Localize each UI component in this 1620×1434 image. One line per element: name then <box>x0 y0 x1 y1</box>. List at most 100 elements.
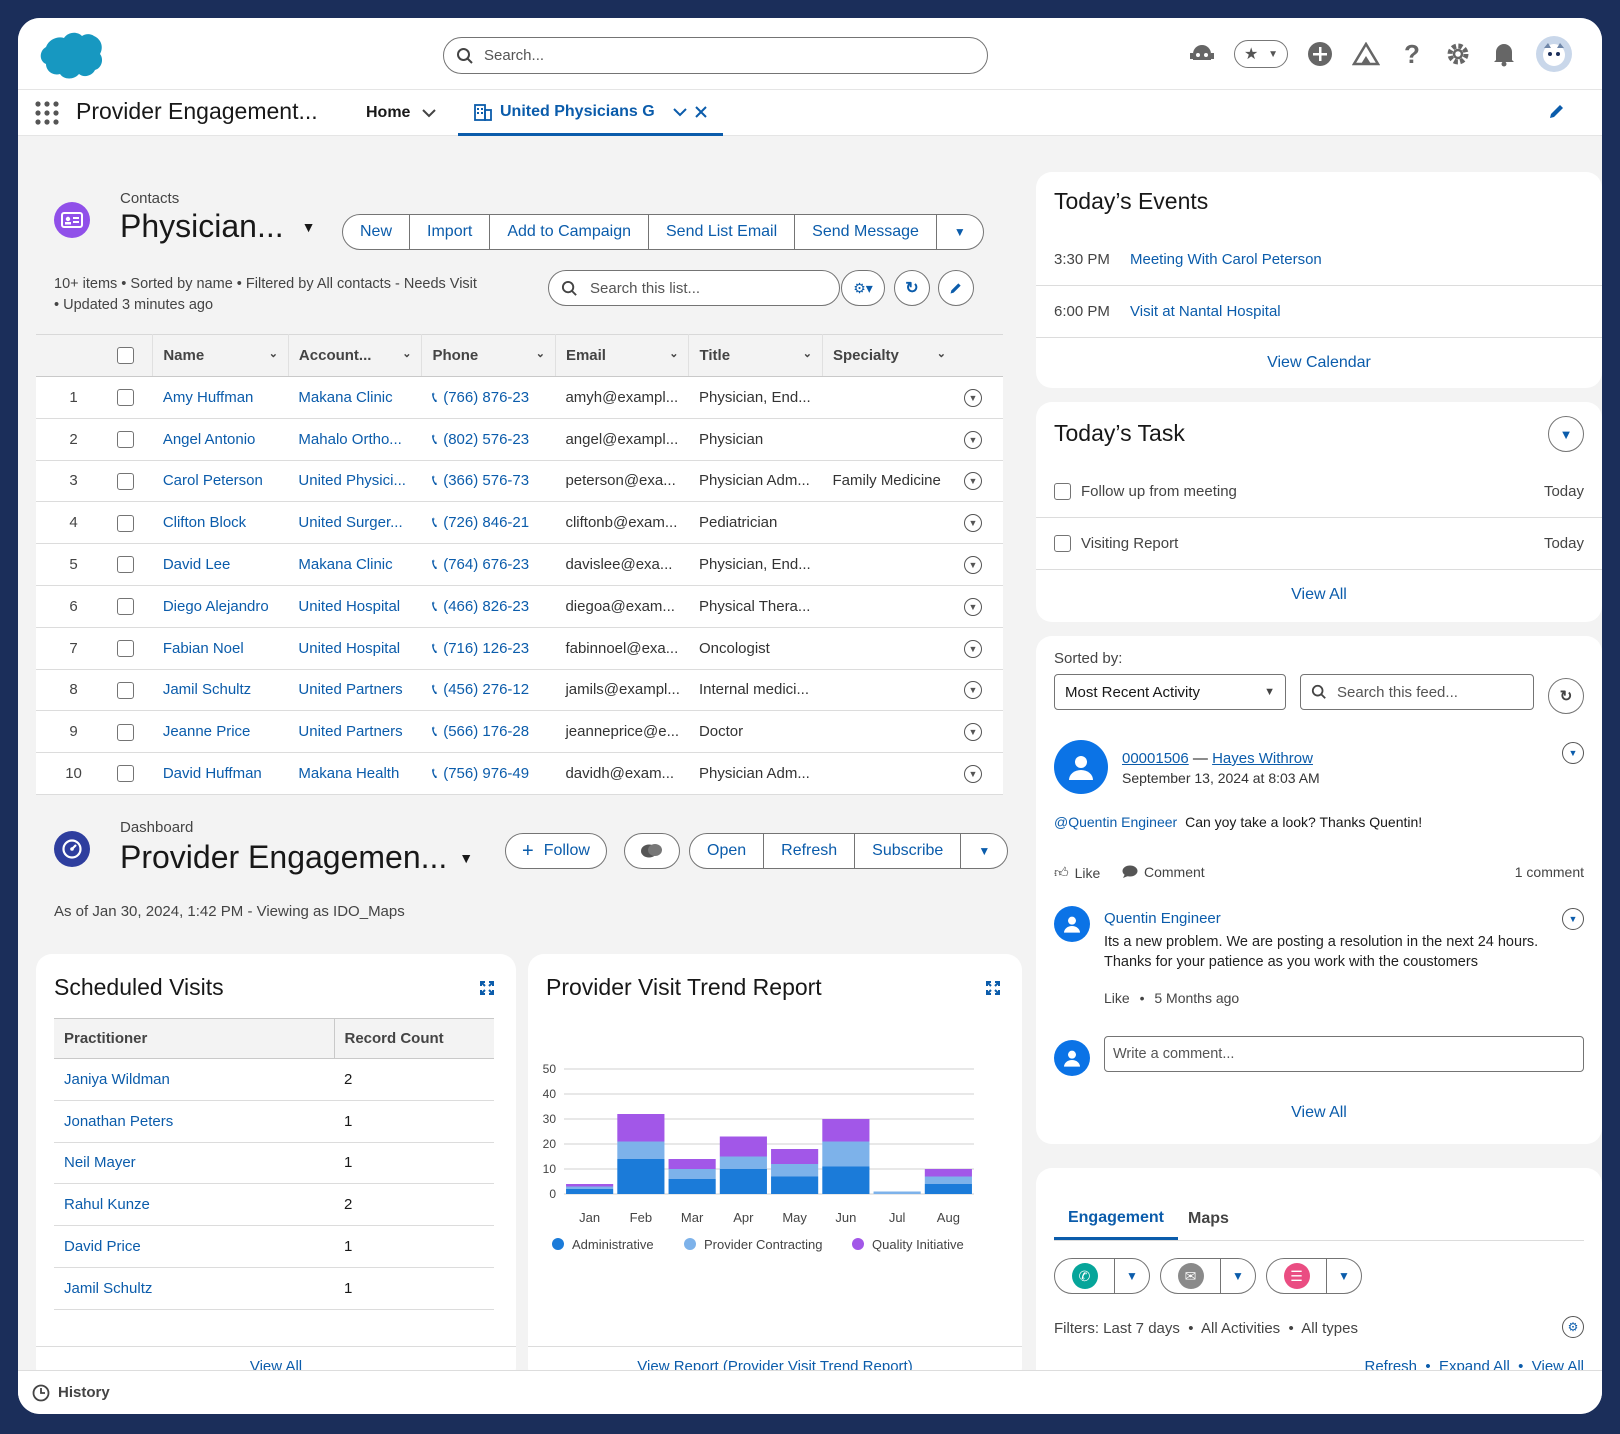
phone-cell[interactable]: 📞︎ (716) 126-23 <box>421 627 556 670</box>
comment-like-button[interactable]: Like <box>1104 990 1130 1006</box>
list-settings-button[interactable]: ⚙▾ <box>841 270 885 306</box>
activity-settings-button[interactable]: ⚙ <box>1562 1316 1584 1338</box>
select-all-header[interactable] <box>111 334 154 377</box>
chevron-down-icon[interactable]: ⌄ <box>669 347 678 360</box>
favorites-button[interactable]: ★ ▼ <box>1234 40 1288 68</box>
tab-engagement[interactable]: Engagement <box>1054 1198 1178 1240</box>
row-action-menu-icon[interactable]: ▼ <box>964 723 982 742</box>
feed-refresh-button[interactable]: ↻ <box>1548 678 1584 714</box>
column-header-phone[interactable]: Phone ⌄ <box>421 334 556 377</box>
row-checkbox[interactable] <box>117 514 135 532</box>
phone-cell[interactable]: 📞︎ (466) 826-23 <box>421 585 556 628</box>
chevron-down-icon[interactable]: ⌄ <box>803 347 812 360</box>
row-checkbox[interactable] <box>117 389 135 407</box>
column-header-email[interactable]: Email ⌄ <box>555 334 690 377</box>
row-checkbox[interactable] <box>117 765 135 783</box>
log-call-button[interactable]: ✆ ▼ <box>1054 1258 1150 1294</box>
history-button[interactable]: History <box>58 1384 110 1401</box>
phone-cell[interactable]: 📞︎ (756) 976-49 <box>421 752 556 795</box>
chevron-down-icon[interactable]: ⌄ <box>536 347 545 360</box>
account-link[interactable]: Makana Clinic <box>288 543 422 586</box>
sort-select[interactable]: Most Recent Activity ▼ <box>1054 674 1286 710</box>
row-checkbox[interactable] <box>117 472 135 490</box>
add-to-campaign-button[interactable]: Add to Campaign <box>490 215 649 249</box>
agent-icon[interactable] <box>1188 40 1216 68</box>
practitioner-header[interactable]: Practitioner <box>54 1018 335 1059</box>
row-action-menu-icon[interactable]: ▼ <box>964 514 982 533</box>
contact-name-link[interactable]: Jamil Schultz <box>152 669 289 712</box>
trailhead-icon[interactable] <box>1352 40 1380 68</box>
chevron-down-icon[interactable]: ⌄ <box>937 347 946 360</box>
close-icon[interactable] <box>695 105 707 118</box>
phone-cell[interactable]: 📞︎ (456) 276-12 <box>421 669 556 712</box>
practitioner-link[interactable]: Jamil Schultz <box>54 1267 334 1310</box>
contact-name-link[interactable]: Clifton Block <box>152 501 289 545</box>
practitioner-link[interactable]: Janiya Wildman <box>54 1058 334 1101</box>
refresh-dashboard-button[interactable]: Refresh <box>764 834 856 868</box>
account-link[interactable]: United Partners <box>288 710 422 754</box>
phone-cell[interactable]: 📞︎ (366) 576-73 <box>421 460 556 503</box>
more-actions-button[interactable]: ▼ <box>937 215 983 249</box>
row-action-menu-icon[interactable]: ▼ <box>964 639 982 658</box>
account-link[interactable]: Makana Clinic <box>288 376 422 419</box>
practitioner-link[interactable]: Jonathan Peters <box>54 1100 334 1143</box>
new-task-button[interactable]: ☰ ▼ <box>1266 1258 1362 1294</box>
user-avatar[interactable] <box>1536 36 1572 72</box>
follow-button[interactable]: + Follow <box>505 833 607 869</box>
expand-icon[interactable] <box>986 981 1000 995</box>
account-link[interactable]: United Surger... <box>288 501 422 545</box>
view-calendar-link[interactable]: View Calendar <box>1036 354 1602 372</box>
new-button[interactable]: New <box>343 215 411 249</box>
inline-edit-button[interactable] <box>938 270 974 306</box>
row-action-menu-icon[interactable]: ▼ <box>964 681 982 700</box>
phone-cell[interactable]: 📞︎ (566) 176-28 <box>421 710 556 754</box>
account-link[interactable]: United Hospital <box>288 585 422 628</box>
feed-view-all[interactable]: View All <box>1036 1104 1602 1122</box>
phone-cell[interactable]: 📞︎ (764) 676-23 <box>421 543 556 586</box>
salesforce-logo[interactable] <box>34 30 106 80</box>
tab-record[interactable]: United Physicians G <box>458 90 723 136</box>
row-checkbox[interactable] <box>117 556 135 574</box>
comment-menu-button[interactable]: ▼ <box>1562 908 1584 930</box>
contact-name-link[interactable]: Fabian Noel <box>152 627 289 670</box>
mention-link[interactable]: @Quentin Engineer <box>1054 814 1177 830</box>
refresh-button[interactable]: ↻ <box>894 270 930 306</box>
post-author-link[interactable]: Hayes Withrow <box>1212 750 1313 767</box>
dashboard-picker-icon[interactable]: ▼ <box>459 850 473 866</box>
chevron-down-icon[interactable]: ⌄ <box>402 347 411 360</box>
row-action-menu-icon[interactable]: ▼ <box>964 388 982 407</box>
contact-name-link[interactable]: Angel Antonio <box>152 418 289 461</box>
row-checkbox[interactable] <box>117 430 135 448</box>
event-link[interactable]: Visit at Nantal Hospital <box>1130 303 1281 320</box>
global-search-input[interactable]: Search... <box>443 37 988 74</box>
edit-nav-icon[interactable] <box>1548 102 1566 120</box>
account-link[interactable]: Makana Health <box>288 752 422 795</box>
phone-cell[interactable]: 📞︎ (802) 576-23 <box>421 418 556 461</box>
column-header-account[interactable]: Account... ⌄ <box>288 334 423 377</box>
post-to-feed-button[interactable] <box>624 833 680 869</box>
bell-icon[interactable] <box>1490 40 1518 68</box>
app-launcher-icon[interactable] <box>34 100 60 126</box>
row-checkbox[interactable] <box>117 681 135 699</box>
list-search-input[interactable]: Search this list... <box>548 270 840 306</box>
column-header-name[interactable]: Name ⌄ <box>152 334 289 377</box>
contact-name-link[interactable]: David Lee <box>152 543 289 586</box>
gear-icon[interactable] <box>1444 40 1472 68</box>
comment-button[interactable]: Comment <box>1122 864 1205 880</box>
task-checkbox[interactable] <box>1054 483 1071 500</box>
column-header-specialty[interactable]: Specialty ⌄ <box>822 334 956 377</box>
row-action-menu-icon[interactable]: ▼ <box>964 556 982 575</box>
post-menu-button[interactable]: ▼ <box>1562 742 1584 764</box>
chevron-down-icon[interactable] <box>673 107 687 117</box>
row-action-menu-icon[interactable]: ▼ <box>964 430 982 449</box>
tab-maps[interactable]: Maps <box>1188 1198 1229 1240</box>
open-button[interactable]: Open <box>690 834 765 868</box>
row-checkbox[interactable] <box>117 598 135 616</box>
commenter-name[interactable]: Quentin Engineer <box>1104 910 1221 927</box>
subscribe-button[interactable]: Subscribe <box>855 834 962 868</box>
phone-cell[interactable]: 📞︎ (766) 876-23 <box>421 376 556 419</box>
account-link[interactable]: Mahalo Ortho... <box>288 418 422 461</box>
phone-cell[interactable]: 📞︎ (726) 846-21 <box>421 501 556 545</box>
chevron-down-icon[interactable] <box>422 108 437 118</box>
post-record-link[interactable]: 00001506 <box>1122 750 1189 767</box>
